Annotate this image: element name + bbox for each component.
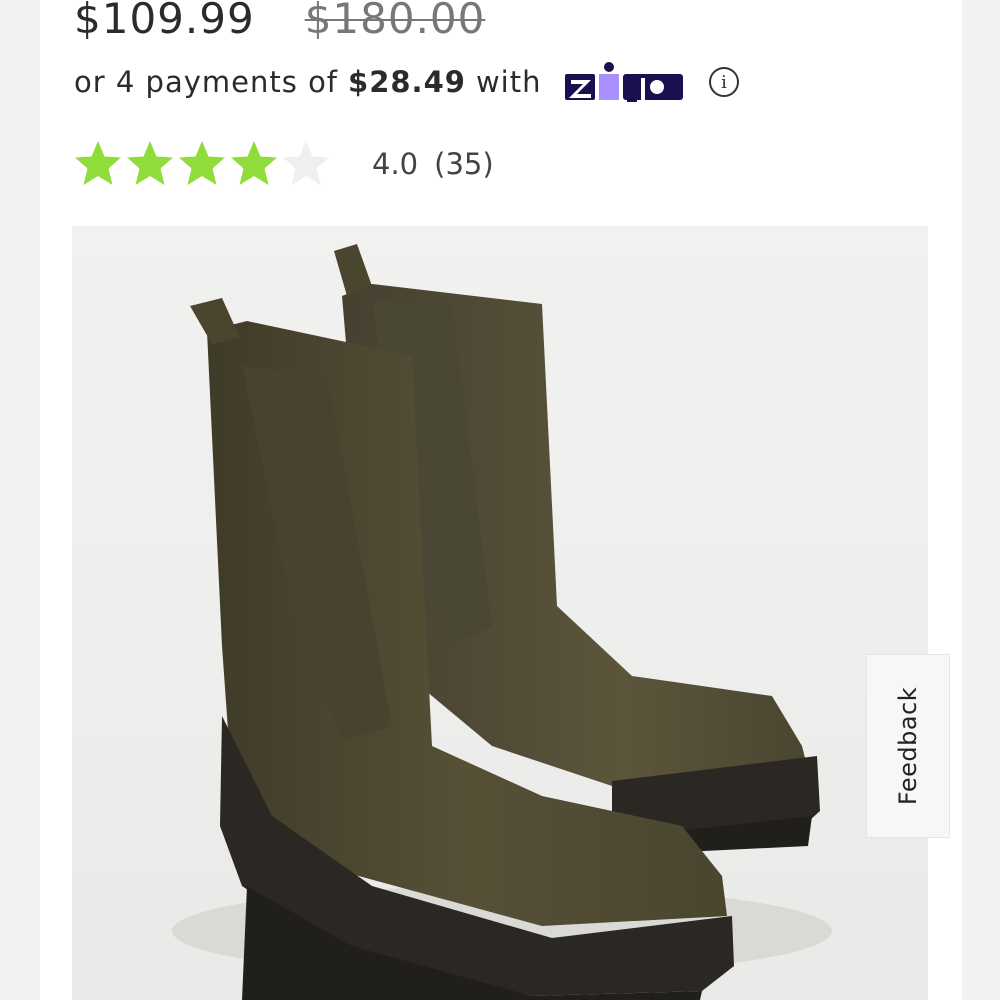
star-filled-icon <box>75 141 121 185</box>
current-price: $109.99 <box>74 0 255 43</box>
feedback-label: Feedback <box>894 686 923 806</box>
feedback-tab[interactable]: Feedback <box>866 654 950 838</box>
rating-row[interactable]: 4.0 (35) <box>72 136 494 192</box>
star-empty-icon <box>283 141 329 185</box>
installment-prefix: or 4 payments of <box>74 65 339 99</box>
installment-row: or 4 payments of $28.49 with i <box>74 60 740 104</box>
price-row: $109.99 $180.00 <box>74 0 485 54</box>
star-filled-icon <box>231 141 277 185</box>
zip-logo[interactable] <box>565 62 687 102</box>
original-price: $180.00 <box>304 0 486 43</box>
info-icon[interactable]: i <box>709 67 740 97</box>
rating-value: 4.0 <box>372 147 419 181</box>
product-image[interactable] <box>72 226 928 1000</box>
boots-image <box>172 244 832 1000</box>
review-count[interactable]: (35) <box>434 147 494 181</box>
star-rating <box>72 138 332 190</box>
rating-summary: 4.0 (35) <box>372 147 494 181</box>
product-page: $109.99 $180.00 or 4 payments of $28.49 … <box>40 0 962 1000</box>
installment-suffix: with <box>475 65 542 99</box>
star-filled-icon <box>179 141 225 185</box>
star-filled-icon <box>127 141 173 185</box>
installment-amount: $28.49 <box>348 65 466 99</box>
